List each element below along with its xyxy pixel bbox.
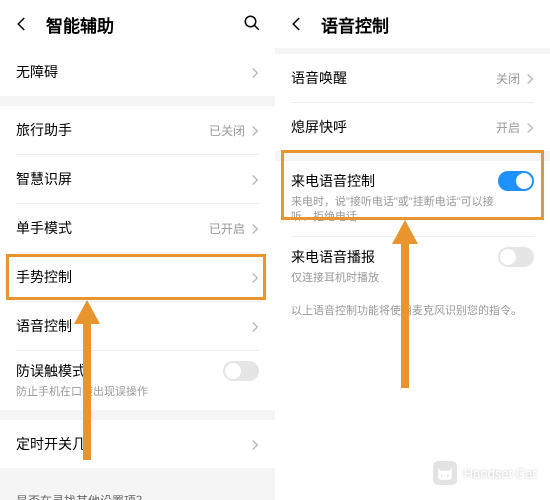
header: 语音控制 [275,0,550,48]
row-label: 智慧识屏 [16,169,251,189]
back-icon[interactable] [12,14,32,34]
chevron-icon [251,271,259,283]
chevron-icon [251,173,259,185]
toggle-mistouch[interactable] [223,361,259,381]
row-scheduled-power[interactable]: 定时开关几 [0,420,275,468]
row-label: 来电语音播报 [291,247,498,267]
row-gesture-control[interactable]: 手势控制 [0,253,275,301]
help-box: 是否在寻找其他设置项？ 系统导航方式 [0,478,275,500]
page-title: 语音控制 [321,12,538,37]
row-label: 单手模式 [16,218,209,238]
chevron-icon [251,222,259,234]
row-label: 手势控制 [16,267,251,287]
back-icon[interactable] [287,14,307,34]
row-description: 仅连接耳机时播放 [291,271,498,286]
help-question: 是否在寻找其他设置项？ [16,492,259,500]
row-incoming-call-voice-control[interactable]: 来电语音控制 来电时，说"接听电话"或"挂断电话"可以接听、拒绝电话 [275,161,550,236]
row-accessibility[interactable]: 无障碍 [0,48,275,96]
toggle-call-voice-control[interactable] [498,171,534,191]
row-incoming-call-announce[interactable]: 来电语音播报 仅连接耳机时播放 [275,237,550,296]
row-voice-control[interactable]: 语音控制 [0,302,275,350]
row-label: 语音唤醒 [291,68,496,88]
row-label: 定时开关几 [16,434,251,454]
row-label: 来电语音控制 [291,171,498,191]
chevron-icon [526,72,534,84]
row-status: 已关闭 [209,122,245,139]
row-travel-assistant[interactable]: 旅行助手 已关闭 [0,106,275,154]
cat-icon [432,460,458,486]
screen-smart-assistance: 智能辅助 无障碍 旅行助手 已关闭 智慧识屏 单手模式 已开启 [0,0,275,500]
row-label: 旅行助手 [16,120,209,140]
row-status: 开启 [496,119,520,136]
row-status: 已开启 [209,220,245,237]
row-one-hand[interactable]: 单手模式 已开启 [0,204,275,252]
row-screen-off-quick-call[interactable]: 熄屏快呼 开启 [275,103,550,151]
footer-note: 以上语音控制功能将使用麦克风识别您的指令。 [275,296,550,327]
row-description: 防止手机在口袋出现误操作 [16,385,223,400]
row-mistouch-prevention[interactable]: 防误触模式 防止手机在口袋出现误操作 [0,351,275,410]
row-label: 语音控制 [16,316,251,336]
row-smart-screen[interactable]: 智慧识屏 [0,155,275,203]
chevron-icon [251,320,259,332]
watermark: Handset Cat [432,460,536,486]
row-status: 关闭 [496,70,520,87]
row-label: 熄屏快呼 [291,117,496,137]
row-voice-wakeup[interactable]: 语音唤醒 关闭 [275,54,550,102]
chevron-icon [251,124,259,136]
toggle-call-announce[interactable] [498,247,534,267]
header: 智能辅助 [0,0,275,48]
row-label: 防误触模式 [16,361,223,381]
chevron-icon [251,438,259,450]
screen-voice-control: 语音控制 语音唤醒 关闭 熄屏快呼 开启 来电语音控制 来电时，说"接听电话"或… [275,0,550,500]
chevron-icon [526,121,534,133]
row-description: 来电时，说"接听电话"或"挂断电话"可以接听、拒绝电话 [291,195,498,226]
watermark-text: Handset Cat [464,466,536,481]
search-icon[interactable] [243,14,263,34]
page-title: 智能辅助 [46,12,243,37]
chevron-icon [251,66,259,78]
row-label: 无障碍 [16,62,251,82]
